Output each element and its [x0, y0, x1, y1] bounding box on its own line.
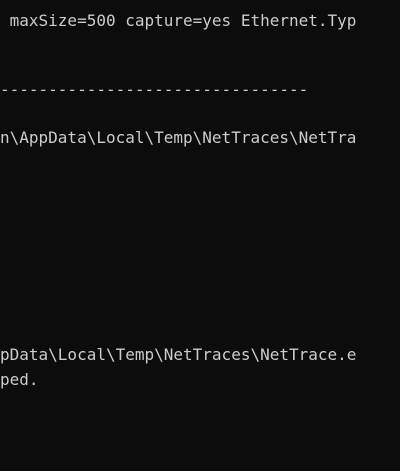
trace-file-path-line: n\AppData\Local\Temp\NetTraces\NetTra — [0, 128, 357, 147]
trace-file-path-line-2: pData\Local\Temp\NetTraces\NetTrace.e — [0, 345, 357, 364]
console-window[interactable]: maxSize=500 capture=yes Ethernet.Typ ---… — [0, 0, 400, 471]
separator-line: -------------------------------- — [0, 80, 309, 99]
status-line: ped. — [0, 370, 39, 389]
command-line: maxSize=500 capture=yes Ethernet.Typ — [0, 11, 357, 30]
